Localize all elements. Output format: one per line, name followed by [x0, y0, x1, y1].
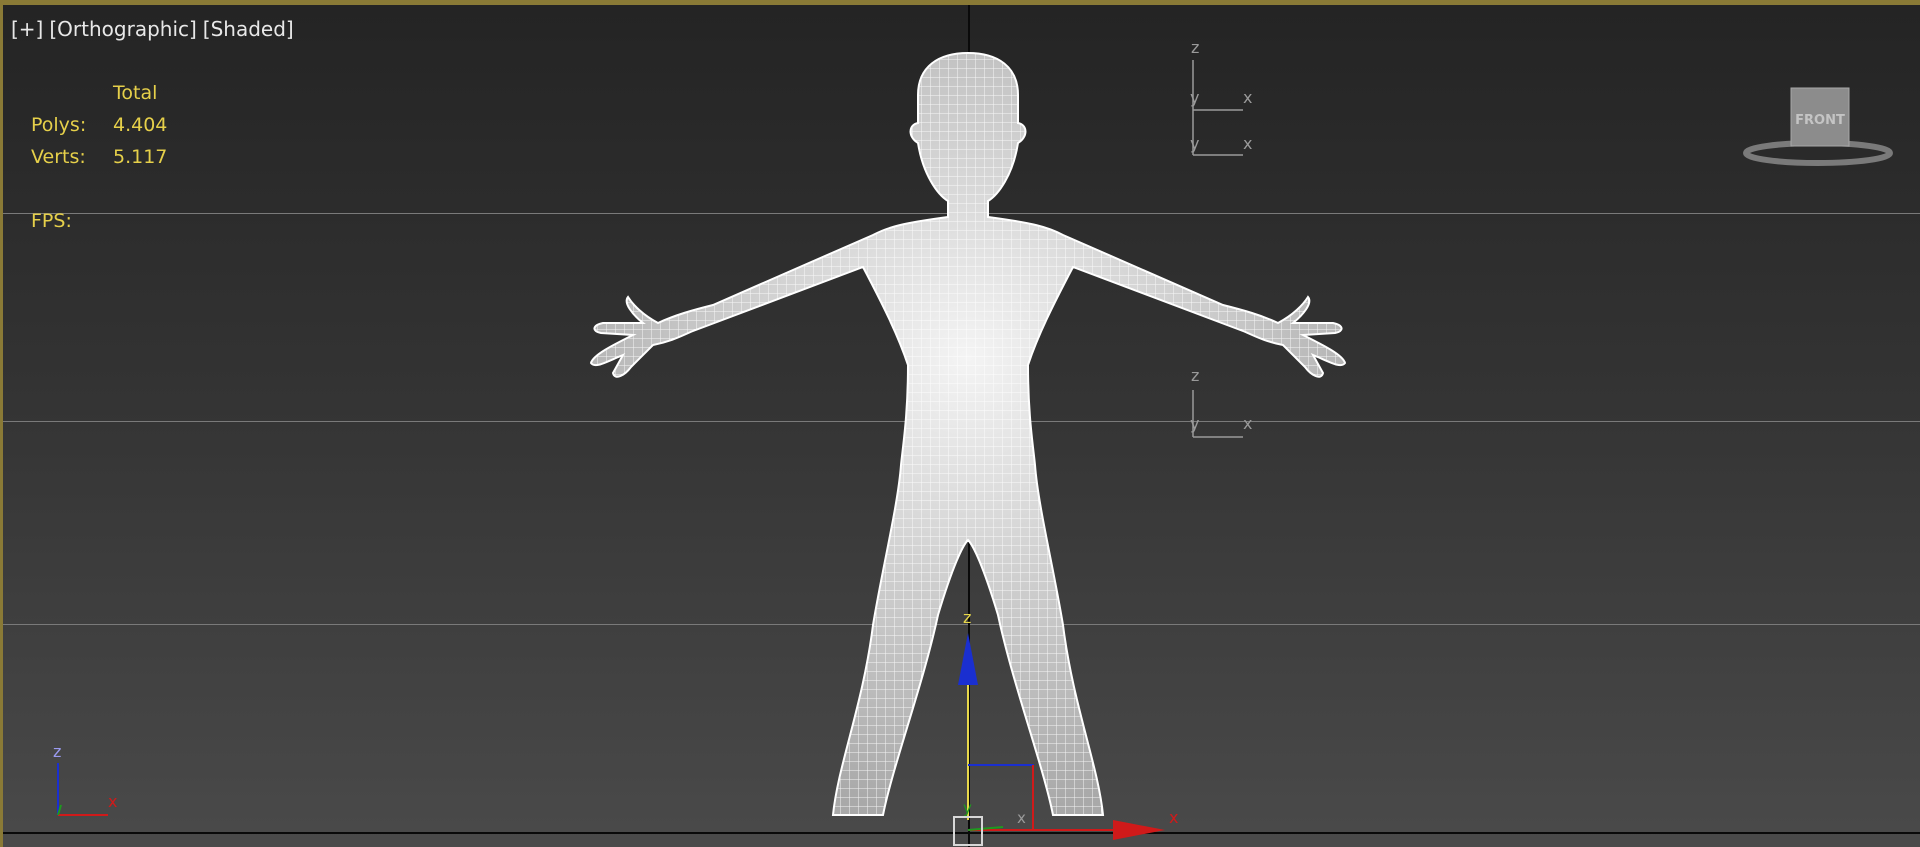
- helper-x-label: x: [1243, 414, 1252, 433]
- gizmo-z-arrowhead[interactable]: [958, 633, 978, 685]
- helper-axis-tripod: [1192, 60, 1243, 438]
- gizmo-x-label: x: [1169, 808, 1178, 827]
- helper-z-label: z: [1191, 38, 1199, 57]
- gizmo-x-label-small: x: [1017, 809, 1026, 827]
- world-x-label: x: [108, 792, 117, 811]
- helper-y-label: y: [1190, 414, 1199, 433]
- helper-y-label: y: [1190, 88, 1199, 107]
- wireframe-human-model[interactable]: z y x y x z y x z x y x z x: [3, 5, 1920, 847]
- helper-x-label: x: [1243, 134, 1252, 153]
- gizmo-z-label: z: [963, 608, 971, 627]
- orthographic-viewport[interactable]: [+] [Orthographic] [Shaded] Total Polys:…: [0, 0, 1920, 847]
- world-z-label: z: [53, 742, 61, 761]
- helper-y-label: y: [1190, 134, 1199, 153]
- helper-z-label: z: [1191, 366, 1199, 385]
- viewcube-front-label: FRONT: [1795, 113, 1845, 128]
- gizmo-x-arrowhead[interactable]: [1113, 820, 1165, 840]
- world-axis-tripod: z x: [53, 742, 117, 816]
- gizmo-y-label: y: [963, 799, 972, 817]
- viewcube[interactable]: FRONT: [1738, 83, 1898, 177]
- helper-axis-labels: z y x y x z y x: [1190, 38, 1252, 433]
- human-mesh[interactable]: [563, 45, 1363, 825]
- helper-x-label: x: [1243, 88, 1252, 107]
